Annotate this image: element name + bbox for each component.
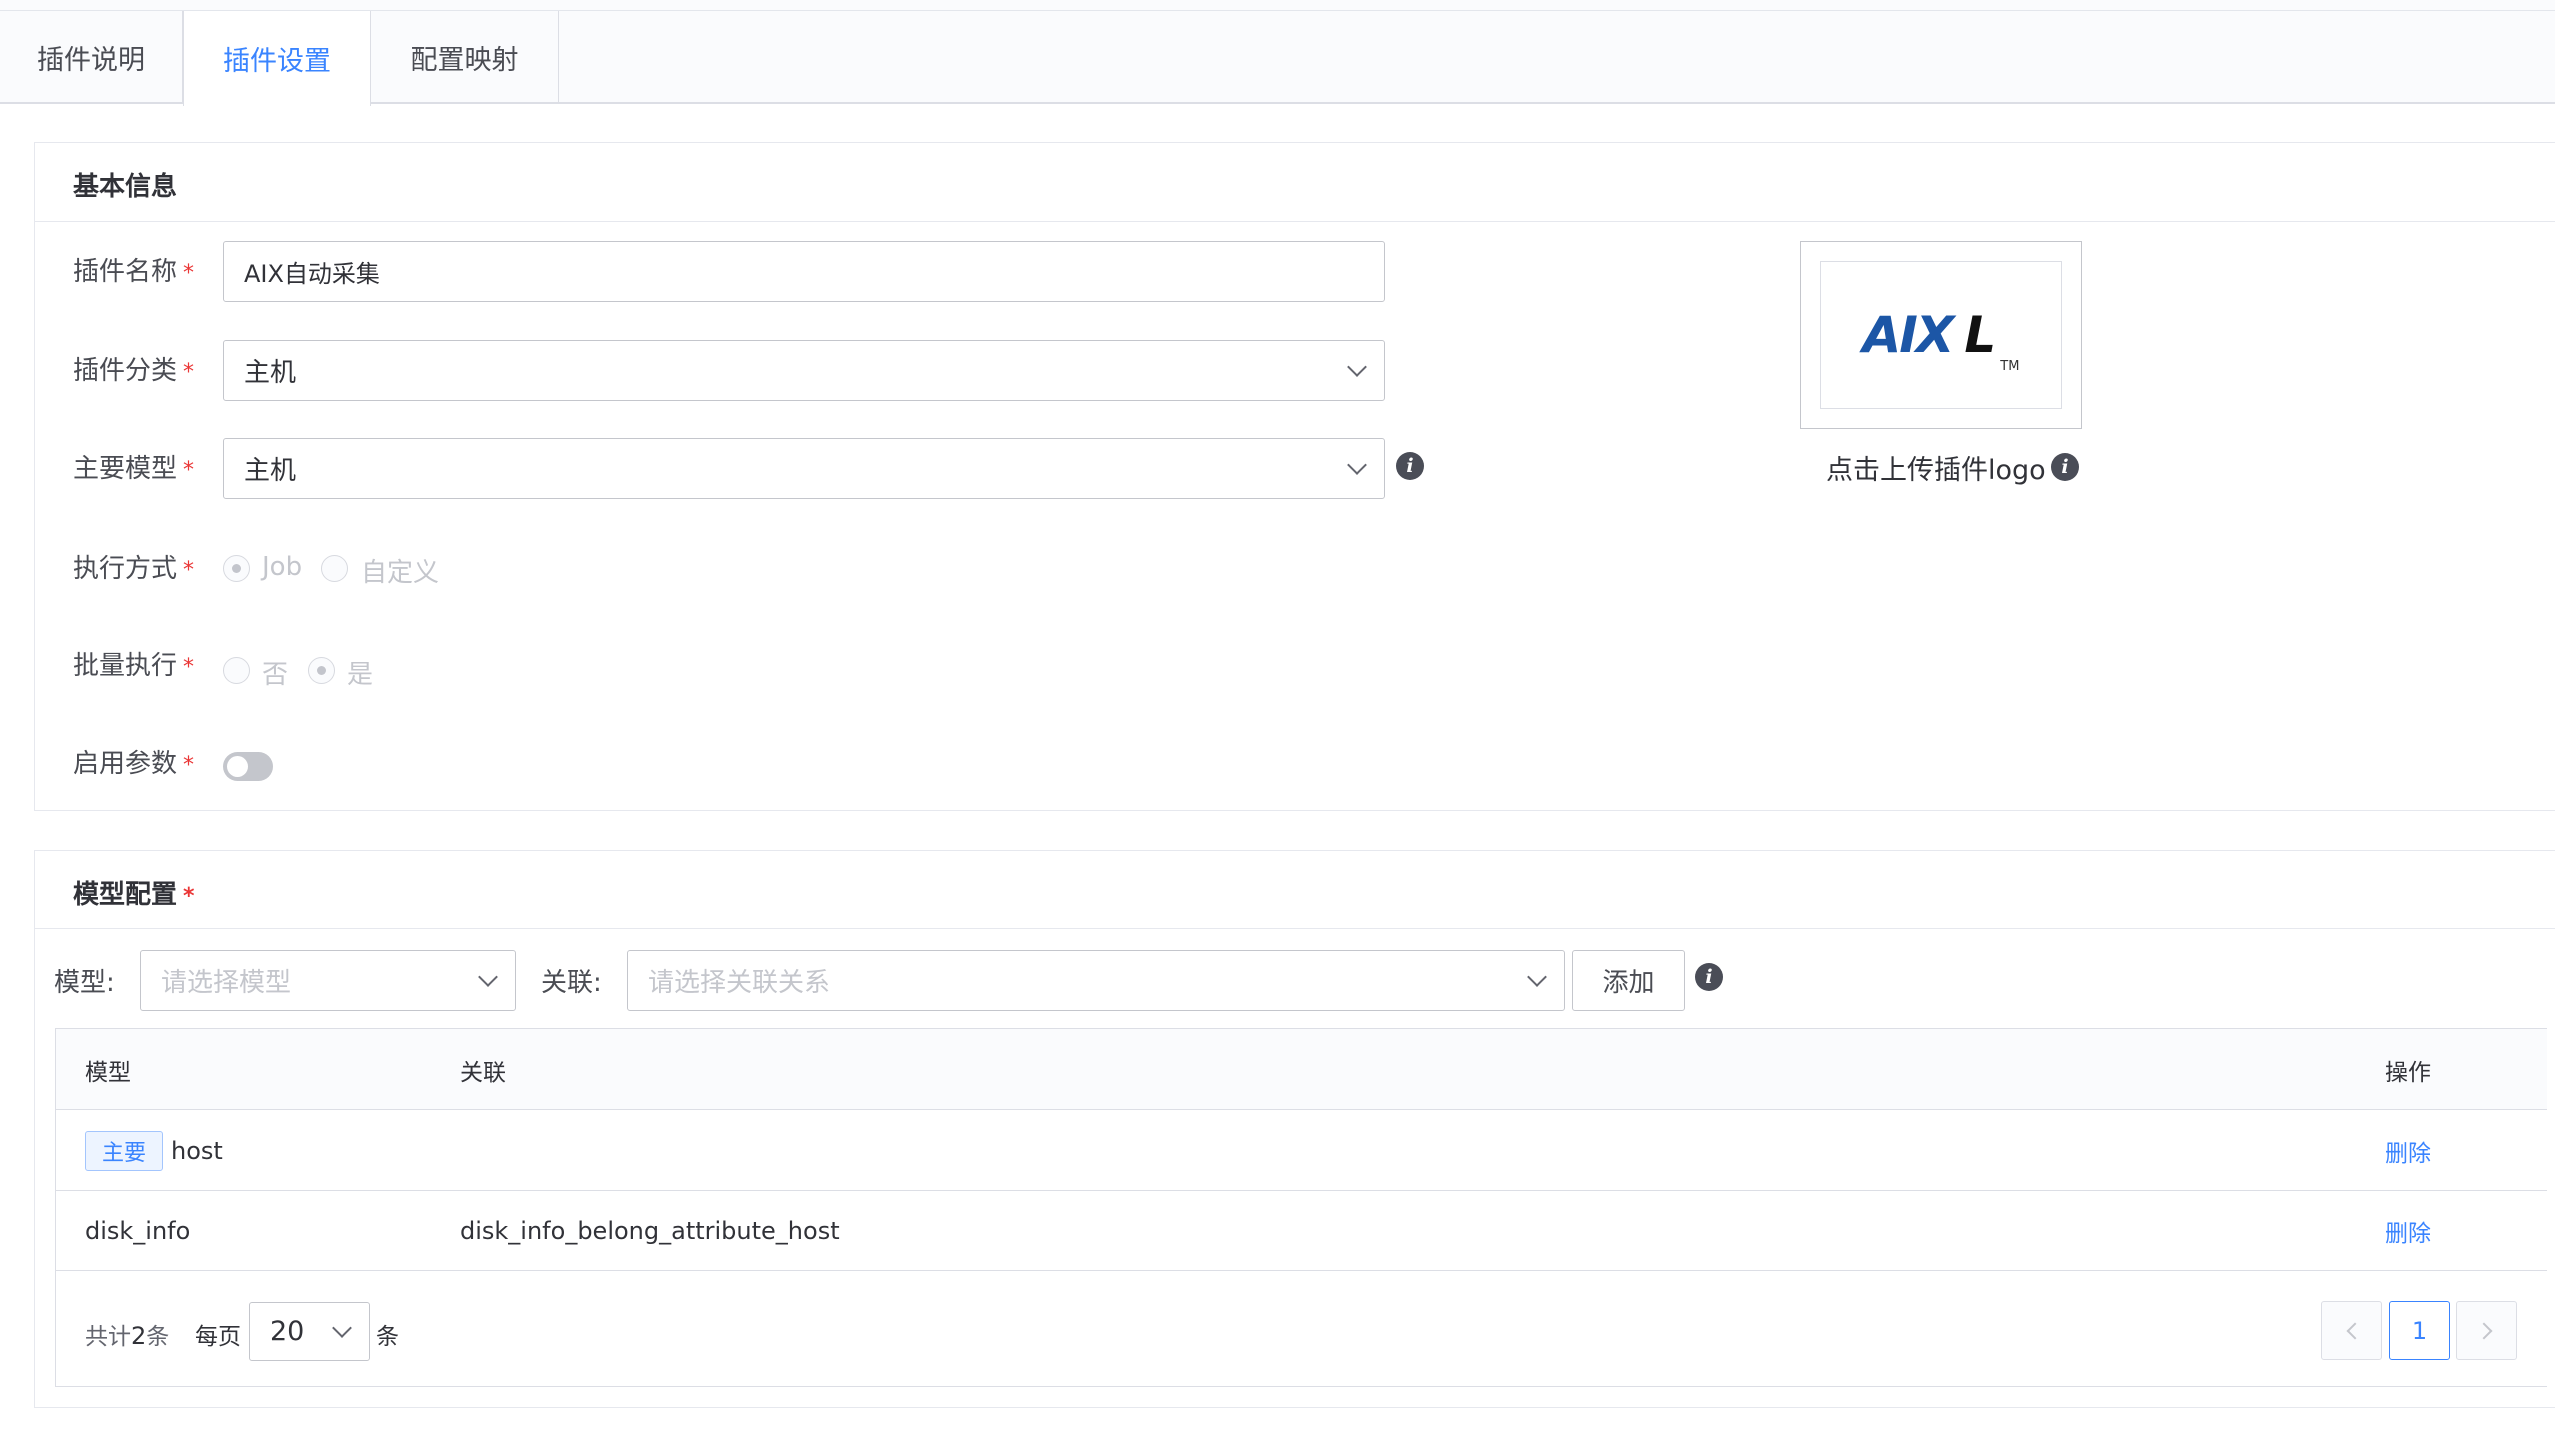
radio-job[interactable] xyxy=(223,555,250,582)
model-label: 模型: xyxy=(54,968,115,998)
chevron-right-icon xyxy=(2475,1322,2492,1339)
total-count: 共计2条 xyxy=(85,1322,170,1350)
info-icon[interactable]: i xyxy=(1695,963,1723,991)
tab-plugin-description[interactable]: 插件说明 xyxy=(0,11,183,104)
main-model-select[interactable]: 主机 xyxy=(223,438,1385,499)
chevron-down-icon xyxy=(478,966,498,987)
divider xyxy=(35,221,2555,222)
page-1-button[interactable]: 1 xyxy=(2389,1301,2450,1360)
plugin-name-label: 插件名称 * xyxy=(73,257,195,287)
info-icon[interactable]: i xyxy=(2051,453,2079,481)
chevron-down-icon xyxy=(1347,356,1367,377)
basic-info-title: 基本信息 xyxy=(73,172,178,202)
tab-plugin-settings[interactable]: 插件设置 xyxy=(183,11,371,106)
chevron-down-icon xyxy=(1347,454,1367,475)
next-page-button[interactable] xyxy=(2456,1301,2517,1360)
divider xyxy=(35,928,2555,929)
main-model-label: 主要模型 * xyxy=(73,454,195,484)
column-header-model: 模型 xyxy=(85,1059,131,1086)
plugin-category-label: 插件分类 * xyxy=(73,356,195,386)
logo-upload-box[interactable]: AIX L TM xyxy=(1800,241,2082,429)
enable-params-label: 启用参数 * xyxy=(73,749,195,779)
radio-no-label: 否 xyxy=(262,660,289,690)
relation-select[interactable]: 请选择关联关系 xyxy=(627,950,1565,1011)
add-button[interactable]: 添加 xyxy=(1572,950,1685,1011)
model-select[interactable]: 请选择模型 xyxy=(140,950,516,1011)
radio-yes-label: 是 xyxy=(347,660,374,690)
chevron-left-icon xyxy=(2346,1322,2363,1339)
prev-page-button[interactable] xyxy=(2321,1301,2382,1360)
table-row: disk_info disk_info_belong_attribute_hos… xyxy=(56,1191,2547,1271)
enable-params-toggle[interactable] xyxy=(223,752,273,781)
table-row: 主要 host 删除 xyxy=(56,1111,2547,1191)
chevron-down-icon xyxy=(332,1317,352,1338)
radio-yes[interactable] xyxy=(308,657,335,684)
model-cell: disk_info xyxy=(85,1217,191,1245)
plugin-logo: AIX L TM xyxy=(1820,261,2062,409)
batch-exec-label: 批量执行 * xyxy=(73,651,195,681)
main-tag: 主要 xyxy=(85,1131,164,1171)
plugin-category-select[interactable]: 主机 xyxy=(223,340,1385,401)
per-page-label: 每页 xyxy=(195,1324,241,1350)
tab-config-mapping[interactable]: 配置映射 xyxy=(371,11,559,104)
delete-link[interactable]: 删除 xyxy=(2385,1134,2431,1168)
tab-bar: 插件说明 插件设置 配置映射 xyxy=(0,11,2555,106)
action-cell: 删除 xyxy=(2385,1111,2431,1191)
info-icon[interactable]: i xyxy=(1396,452,1424,480)
per-page-suffix: 条 xyxy=(376,1324,399,1350)
relation-cell: disk_info_belong_attribute_host xyxy=(460,1217,840,1245)
table-header: 模型 关联 操作 xyxy=(56,1029,2547,1110)
action-cell: 删除 xyxy=(2385,1191,2431,1271)
radio-custom-label: 自定义 xyxy=(361,558,440,588)
column-header-relation: 关联 xyxy=(460,1059,506,1086)
delete-link[interactable]: 删除 xyxy=(2385,1214,2431,1248)
chevron-down-icon xyxy=(1527,966,1547,987)
model-table: 模型 关联 操作 主要 host 删除 disk_info disk_info_… xyxy=(55,1028,2547,1387)
logo-upload-label[interactable]: 点击上传插件logo xyxy=(1826,448,2046,487)
relation-label: 关联: xyxy=(541,968,602,998)
radio-job-label: Job xyxy=(262,552,303,582)
model-cell: 主要 host xyxy=(85,1111,223,1191)
radio-no[interactable] xyxy=(223,657,250,684)
plugin-name-input[interactable]: AIX自动采集 xyxy=(223,241,1385,302)
column-header-action: 操作 xyxy=(2385,1059,2431,1086)
page-size-select[interactable]: 20 xyxy=(249,1302,370,1361)
radio-custom[interactable] xyxy=(321,555,348,582)
model-config-title: 模型配置 * xyxy=(73,880,195,910)
top-strip xyxy=(0,0,2555,11)
exec-mode-label: 执行方式 * xyxy=(73,554,195,584)
